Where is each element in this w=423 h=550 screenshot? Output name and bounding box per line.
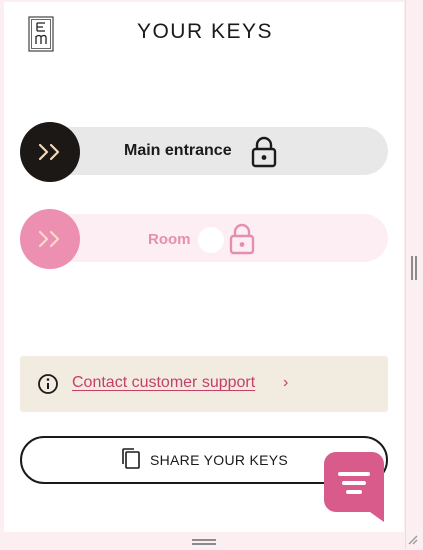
copy-icon [120, 446, 142, 475]
chat-button[interactable] [324, 452, 384, 522]
lock-icon [228, 223, 256, 260]
chat-bubble-icon [324, 452, 384, 522]
panel-divider [405, 0, 406, 549]
lock-icon [250, 136, 278, 173]
brand-logo [28, 16, 54, 52]
key-slider-main-entrance[interactable]: Main entrance [20, 122, 388, 182]
slider-handle[interactable] [20, 122, 80, 182]
resize-corner-icon[interactable] [406, 532, 418, 545]
key-label: Main entrance [124, 142, 232, 159]
support-box: Contact customer support › [20, 356, 388, 412]
resize-handle-horizontal[interactable] [192, 539, 216, 545]
key-label: Room [148, 231, 191, 248]
loading-indicator [198, 227, 224, 253]
double-chevron-right-icon [38, 143, 60, 161]
double-chevron-right-icon [38, 230, 60, 248]
resize-handle-vertical[interactable] [411, 256, 417, 280]
key-slider-room[interactable]: Room [20, 209, 388, 269]
chevron-right-icon: › [283, 374, 289, 391]
slider-handle[interactable] [20, 209, 80, 269]
info-icon [37, 373, 59, 400]
contact-support-link[interactable]: Contact customer support [72, 374, 255, 392]
share-keys-label: SHARE YOUR KEYS [149, 452, 289, 468]
page-title: YOUR KEYS [136, 20, 274, 43]
